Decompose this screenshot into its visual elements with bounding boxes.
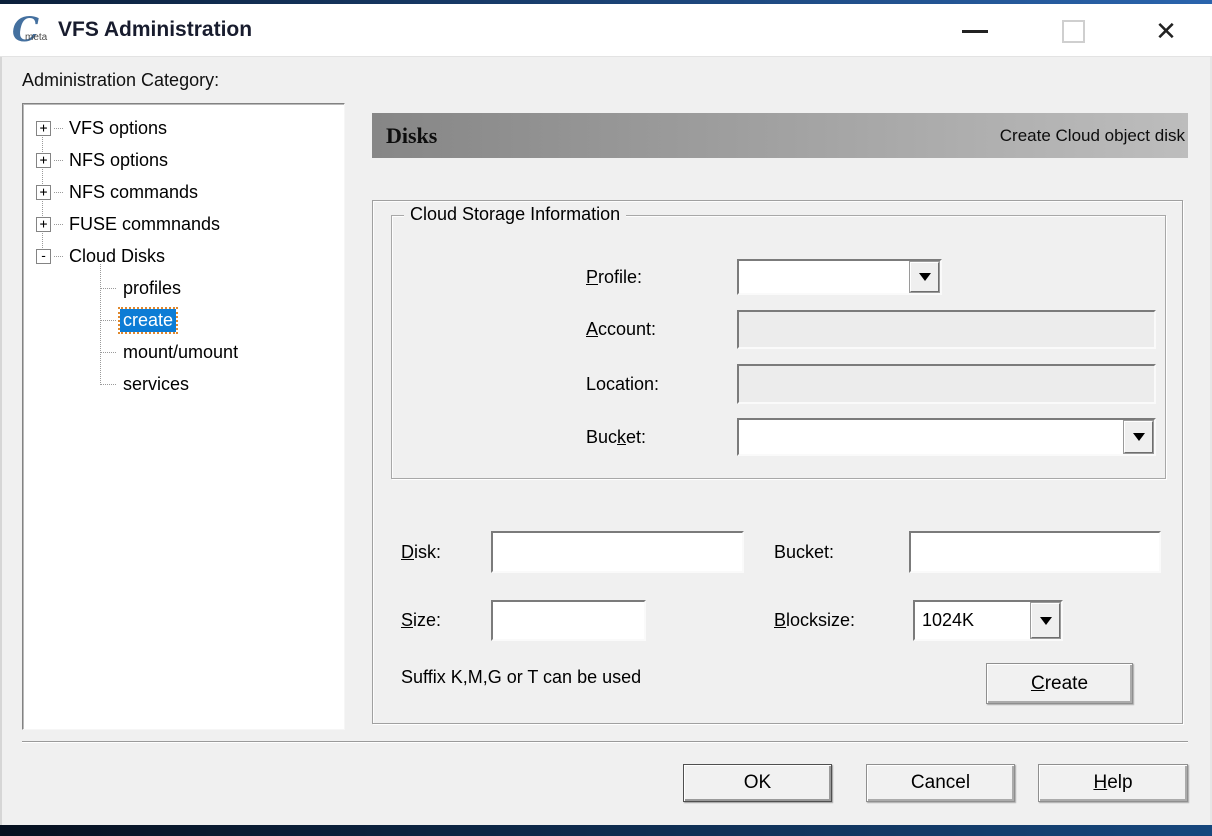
collapse-minus-icon[interactable]: -: [36, 249, 51, 264]
bucket-combobox[interactable]: [737, 418, 1156, 456]
location-label: Location:: [586, 364, 659, 404]
tree-item-fuse-commands[interactable]: + FUSE commnands: [23, 208, 344, 240]
maximize-icon: [1062, 20, 1085, 43]
tree-item-label: VFS options: [66, 117, 170, 140]
expand-plus-icon[interactable]: +: [36, 121, 51, 136]
tree-item-label: Cloud Disks: [66, 245, 168, 268]
account-field: [737, 310, 1156, 349]
help-button[interactable]: Help: [1038, 764, 1188, 802]
tree-item-label: NFS options: [66, 149, 171, 172]
logo-initial: C: [12, 10, 39, 50]
section-title: Disks: [386, 123, 437, 149]
chevron-down-icon: [1133, 433, 1145, 441]
tree-item-label: services: [120, 373, 192, 396]
minimize-button[interactable]: [945, 14, 1005, 48]
blocksize-value: 1024K: [922, 602, 974, 639]
create-button[interactable]: Create: [986, 663, 1133, 704]
size-suffix-hint: Suffix K,M,G or T can be used: [401, 667, 641, 688]
tree-item-label: FUSE commnands: [66, 213, 223, 236]
location-field: [737, 364, 1156, 404]
close-icon: ✕: [1155, 16, 1177, 46]
maximize-button: [1043, 14, 1103, 48]
tree-item-mount-umount[interactable]: mount/umount: [23, 336, 344, 368]
administration-category-label: Administration Category:: [22, 70, 219, 91]
app-logo-icon: C meta: [12, 10, 52, 50]
cancel-button[interactable]: Cancel: [866, 764, 1015, 802]
close-button[interactable]: ✕: [1136, 14, 1196, 48]
tree-item-cloud-disks[interactable]: - Cloud Disks: [23, 240, 344, 272]
blocksize-combobox[interactable]: 1024K: [913, 600, 1063, 641]
disk-input[interactable]: [491, 531, 744, 573]
tree-item-vfs-options[interactable]: + VFS options: [23, 112, 344, 144]
expand-plus-icon[interactable]: +: [36, 217, 51, 232]
footer-separator: [22, 741, 1188, 743]
tree-item-nfs-options[interactable]: + NFS options: [23, 144, 344, 176]
window-bottom-border: [0, 825, 1212, 836]
tree-item-profiles[interactable]: profiles: [23, 272, 344, 304]
profile-label: Profile:: [586, 259, 642, 295]
tree-item-label: profiles: [120, 277, 184, 300]
window-title: VFS Administration: [58, 4, 252, 56]
minimize-icon: [962, 30, 988, 33]
bucket-dropdown-button[interactable]: [1124, 421, 1153, 453]
groupbox-title: Cloud Storage Information: [404, 204, 626, 225]
blocksize-label: Blocksize:: [774, 600, 855, 641]
tree-item-services[interactable]: services: [23, 368, 344, 400]
tree-item-label-selected: create: [120, 309, 176, 332]
category-tree: + VFS options + NFS options + NFS comman…: [22, 103, 345, 730]
profile-combobox[interactable]: [737, 259, 942, 295]
disk-create-panel: Cloud Storage Information Profile: Accou…: [372, 200, 1183, 724]
section-header-bar: Disks Create Cloud object disk: [372, 113, 1188, 158]
chevron-down-icon: [919, 273, 931, 281]
bucket-label: Bucket:: [774, 531, 834, 573]
tree-item-nfs-commands[interactable]: + NFS commands: [23, 176, 344, 208]
chevron-down-icon: [1040, 617, 1052, 625]
bucket-group-label: Bucket:: [586, 418, 646, 456]
size-label: Size:: [401, 600, 441, 641]
tree-item-create[interactable]: create: [23, 304, 344, 336]
titlebar: C meta VFS Administration ✕: [0, 4, 1212, 57]
expand-plus-icon[interactable]: +: [36, 185, 51, 200]
tree-item-label: mount/umount: [120, 341, 241, 364]
tree-item-label: NFS commands: [66, 181, 201, 204]
disk-label: Disk:: [401, 531, 441, 573]
vfs-administration-window: C meta VFS Administration ✕ Administrati…: [0, 0, 1212, 836]
bucket-input[interactable]: [909, 531, 1161, 573]
cloud-storage-groupbox: Cloud Storage Information Profile: Accou…: [391, 215, 1166, 479]
size-input[interactable]: [491, 600, 646, 641]
blocksize-dropdown-button[interactable]: [1031, 603, 1060, 638]
account-label: Account:: [586, 310, 656, 349]
section-subtitle: Create Cloud object disk: [1000, 126, 1185, 146]
expand-plus-icon[interactable]: +: [36, 153, 51, 168]
ok-button[interactable]: OK: [683, 764, 832, 802]
profile-dropdown-button[interactable]: [910, 262, 939, 292]
logo-text: meta: [25, 32, 47, 43]
